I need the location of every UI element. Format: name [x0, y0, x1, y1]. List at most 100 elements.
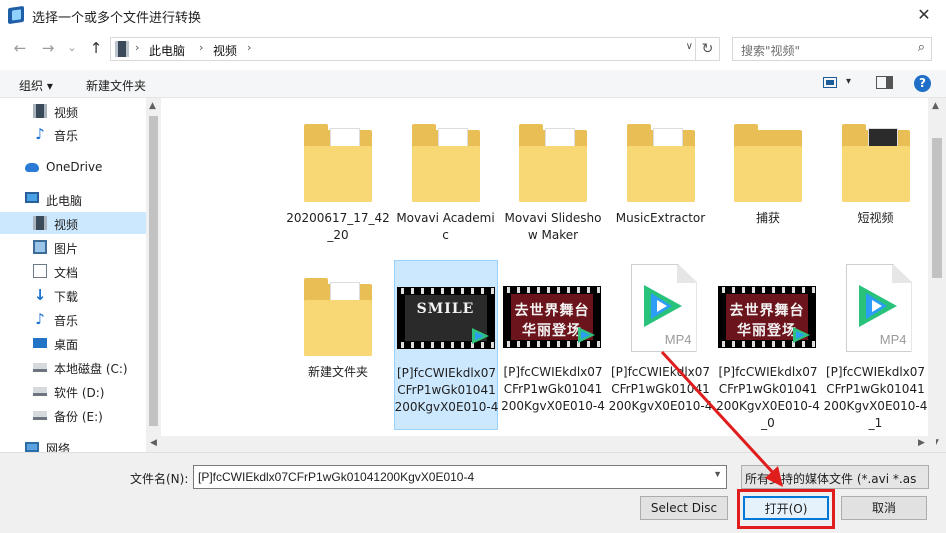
file-list-scrollbar[interactable]: ▲ ▼ — [928, 98, 946, 452]
breadcrumb-separator: › — [247, 41, 252, 54]
file-type-filter-value: 所有支持的媒体文件 (*.avi *.as — [745, 472, 917, 486]
navigation-pane-scrollbar[interactable]: ▲ ▼ — [146, 98, 161, 452]
scroll-up-arrow[interactable]: ▲ — [932, 101, 939, 111]
file-name-label: Movavi Slideshow Maker — [504, 211, 602, 242]
sidebar-item[interactable]: 图片 — [0, 236, 146, 258]
sidebar-item[interactable]: 文档 — [0, 260, 146, 282]
sidebar-item-label: 文档 — [54, 266, 79, 280]
scroll-right-arrow[interactable]: ▶ — [918, 438, 925, 448]
sidebar-item-label: 视频 — [54, 218, 79, 232]
view-dropdown-icon[interactable]: ▾ — [846, 76, 851, 87]
scroll-left-arrow[interactable]: ◀ — [150, 438, 157, 448]
sidebar-item[interactable]: 软件 (D:) — [0, 380, 146, 402]
file-item[interactable]: MP4 [P]fcCWIEkdlx07CFrP1wGk01041200KgvX0E… — [824, 260, 928, 430]
sidebar-item[interactable]: 此电脑 — [0, 188, 146, 210]
thumbnail-text: SMILE — [416, 301, 475, 317]
close-button[interactable]: ✕ — [912, 4, 936, 26]
search-icon[interactable]: ⌕ — [918, 40, 925, 55]
disk-icon — [33, 387, 47, 396]
sidebar-item-label: 视频 — [54, 106, 79, 120]
refresh-button[interactable]: ↻ — [695, 38, 719, 60]
file-item[interactable]: SMILE [P]fcCWIEkdlx07CFrP1wGk01041200KgvX… — [393, 260, 499, 430]
file-name-label: 新建文件夹 — [307, 365, 368, 379]
back-button[interactable]: ← — [10, 38, 30, 58]
media-file-icon: MP4 — [845, 264, 912, 352]
scroll-thumb[interactable] — [149, 116, 158, 426]
new-folder-button[interactable]: 新建文件夹 — [86, 77, 146, 94]
folder-icon — [841, 124, 910, 202]
file-item[interactable]: 去世界舞台 华丽登场 [P]fcCWIEkdlx07CFrP1wGk0104120… — [716, 260, 820, 430]
folder-icon — [626, 124, 695, 202]
forward-button[interactable]: → — [38, 38, 58, 58]
sidebar-item-label: 音乐 — [54, 129, 79, 143]
sidebar-item[interactable]: 备份 (E:) — [0, 404, 146, 426]
scroll-up-arrow[interactable]: ▲ — [149, 101, 156, 111]
address-bar[interactable]: › 此电脑 › 视频 › ∨ ↻ — [110, 37, 720, 61]
breadcrumb-separator: › — [135, 41, 140, 54]
music-icon: ♪ — [35, 125, 45, 143]
navigation-pane: 视频 ♪ 音乐 OneDrive 此电脑 视频 图片 文档 ↓ 下载 ♪ 音乐 桌面 本地磁盘 (C:) 软… — [0, 98, 161, 452]
folder-icon — [411, 124, 480, 202]
sidebar-item[interactable]: OneDrive — [0, 156, 146, 178]
file-name-label: 20200617_17_42_20 — [286, 211, 390, 242]
address-dropdown-icon[interactable]: ∨ — [686, 41, 693, 52]
recent-locations-button[interactable]: ⌄ — [62, 38, 82, 58]
file-item[interactable]: MP4 [P]fcCWIEkdlx07CFrP1wGk01041200KgvX0E… — [609, 260, 713, 430]
file-name-label: [P]fcCWIEkdlx07CFrP1wGk01041200KgvX0E010… — [501, 365, 605, 413]
sidebar-item-label: 下载 — [54, 290, 79, 304]
folder-item[interactable]: 捕获 — [716, 106, 820, 276]
folder-item[interactable]: Movavi Slideshow Maker — [501, 106, 605, 276]
view-mode-icon[interactable] — [823, 77, 837, 88]
filename-dropdown-icon[interactable]: ▼ — [713, 469, 722, 479]
folder-item[interactable]: 20200617_17_42_20 — [286, 106, 390, 276]
file-name-label: MusicExtractor — [615, 211, 706, 225]
file-name-label: Movavi Academic — [396, 211, 495, 242]
breadcrumb-this-pc[interactable]: 此电脑 — [149, 42, 185, 59]
sidebar-item[interactable]: ↓ 下载 — [0, 284, 146, 306]
folder-icon — [304, 278, 372, 356]
video-thumbnail: 去世界舞台 华丽登场 — [718, 286, 816, 348]
breadcrumb-separator: › — [199, 41, 204, 54]
documents-icon — [33, 264, 47, 278]
help-icon[interactable]: ? — [914, 75, 931, 92]
file-name-label: [P]fcCWIEkdlx07CFrP1wGk01041200KgvX0E010… — [716, 365, 820, 430]
folder-item[interactable]: Movavi Academic — [394, 106, 498, 276]
scroll-thumb[interactable] — [932, 138, 942, 278]
search-input[interactable]: 搜索"视频" ⌕ — [732, 37, 932, 61]
annotation-highlight-box — [737, 489, 835, 529]
breadcrumb-videos[interactable]: 视频 — [213, 42, 237, 59]
title-bar: 选择一个或多个文件进行转换 ✕ — [0, 0, 946, 31]
up-button[interactable]: ↑ — [86, 38, 106, 58]
sidebar-item[interactable]: 视频 — [0, 212, 146, 234]
filename-input[interactable]: [P]fcCWIEkdlx07CFrP1wGk01041200KgvX0E010… — [193, 465, 727, 489]
file-item[interactable]: 去世界舞台 华丽登场 [P]fcCWIEkdlx07CFrP1wGk0104120… — [501, 260, 605, 430]
organize-menu[interactable]: 组织 ▾ — [19, 77, 53, 94]
file-extension-label: MP4 — [879, 332, 907, 347]
file-name-label: [P]fcCWIEkdlx07CFrP1wGk01041200KgvX0E010… — [394, 366, 499, 414]
file-type-filter[interactable]: 所有支持的媒体文件 (*.avi *.as — [741, 465, 929, 489]
folder-item[interactable]: MusicExtractor — [609, 106, 713, 276]
video-thumbnail: SMILE — [396, 287, 495, 349]
select-disc-button[interactable]: Select Disc — [640, 496, 728, 520]
horizontal-scrollbar[interactable]: ◀ ▶ — [146, 436, 936, 452]
disk-icon — [33, 363, 47, 372]
folder-item[interactable]: 短视频 — [824, 106, 928, 276]
video-player-icon — [578, 327, 595, 343]
sidebar-item[interactable]: 网络 — [0, 436, 146, 452]
file-name-label: [P]fcCWIEkdlx07CFrP1wGk01041200KgvX0E010… — [608, 365, 713, 413]
sidebar-item-label: 音乐 — [54, 314, 79, 328]
sidebar-item[interactable]: 桌面 — [0, 332, 146, 354]
preview-pane-icon[interactable] — [876, 76, 893, 89]
sidebar-item[interactable]: 本地磁盘 (C:) — [0, 356, 146, 378]
file-name-label: 短视频 — [857, 211, 894, 225]
sidebar-item[interactable]: ♪ 音乐 — [0, 308, 146, 330]
sidebar-item-label: 备份 (E:) — [54, 410, 103, 424]
cancel-button[interactable]: 取消 — [841, 496, 927, 520]
download-icon: ↓ — [33, 286, 47, 304]
sidebar-item[interactable]: 视频 — [0, 100, 146, 122]
sidebar-item[interactable]: ♪ 音乐 — [0, 123, 146, 145]
folder-item[interactable]: 新建文件夹 — [286, 260, 390, 430]
disk-icon — [33, 411, 47, 420]
pictures-icon — [33, 240, 47, 254]
filename-value: [P]fcCWIEkdlx07CFrP1wGk01041200KgvX0E010… — [198, 470, 475, 484]
